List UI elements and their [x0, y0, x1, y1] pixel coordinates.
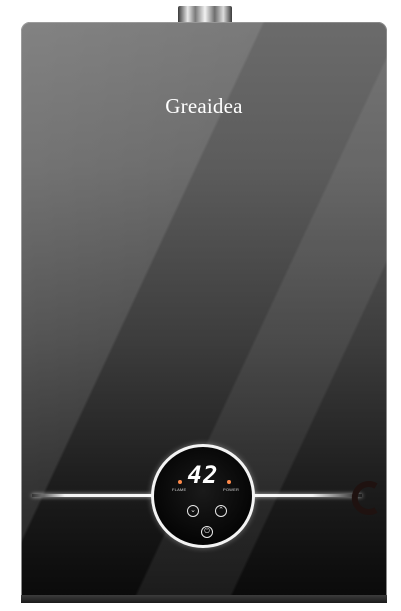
power-indicator-light — [227, 480, 231, 484]
c-mark-icon — [351, 481, 378, 515]
brand-logo: Greaidea — [165, 94, 243, 118]
down-arrow-icon: ⌄ — [190, 507, 196, 514]
temperature-display: 42 — [187, 461, 219, 489]
temperature-down-button[interactable]: ⌄ — [187, 505, 199, 517]
flame-indicator-light — [178, 480, 182, 484]
power-icon: ⏻ — [204, 528, 210, 535]
control-dial[interactable]: 42 FLAME POWER ⌄ ⌃ ⏻ — [151, 444, 255, 548]
flame-label: FLAME — [172, 487, 187, 492]
power-label: POWER — [223, 487, 240, 492]
up-arrow-icon: ⌃ — [218, 507, 224, 514]
base-bar — [21, 595, 387, 603]
temperature-up-button[interactable]: ⌃ — [215, 505, 227, 517]
power-button[interactable]: ⏻ — [201, 526, 213, 538]
